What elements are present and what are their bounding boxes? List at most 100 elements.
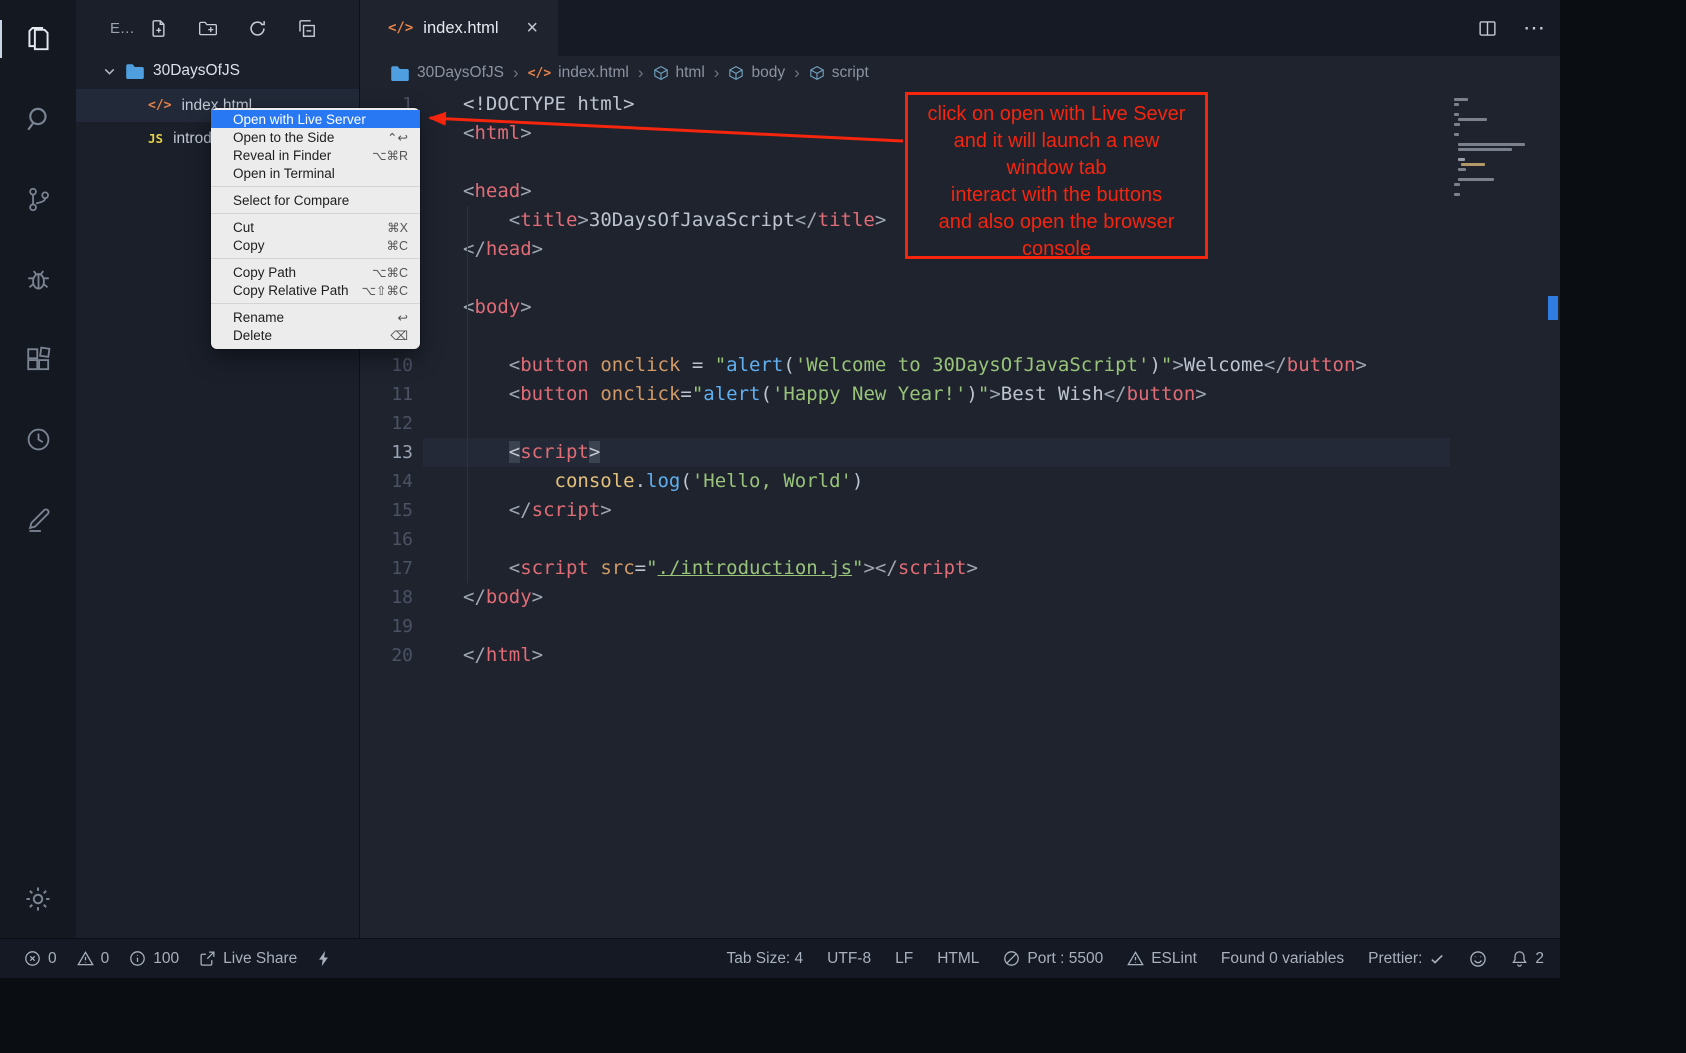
menu-item-copy[interactable]: Copy⌘C bbox=[211, 236, 420, 254]
menu-item-shortcut: ⌥⇧⌘C bbox=[362, 283, 408, 298]
status-100[interactable]: 100 bbox=[129, 950, 179, 968]
status-utf-8[interactable]: UTF-8 bbox=[827, 950, 871, 968]
error-icon bbox=[24, 950, 41, 967]
tab-index-html[interactable]: </> index.html × bbox=[360, 0, 558, 56]
status-label: ESLint bbox=[1151, 950, 1197, 968]
activity-extensions[interactable] bbox=[0, 340, 76, 378]
menu-item-select-for-compare[interactable]: Select for Compare bbox=[211, 191, 420, 209]
code-line-15[interactable]: 15 </script> bbox=[360, 496, 1560, 525]
status-eslint[interactable]: ESLint bbox=[1127, 950, 1197, 968]
code-line-11[interactable]: 11 <button onclick="alert('Happy New Yea… bbox=[360, 380, 1560, 409]
line-content bbox=[423, 322, 1450, 351]
scrollbar-decoration[interactable] bbox=[1548, 296, 1558, 320]
menu-item-rename[interactable]: Rename↩ bbox=[211, 308, 420, 326]
code-line-8[interactable]: 8<body> bbox=[360, 293, 1560, 322]
line-number: 20 bbox=[360, 641, 423, 670]
menu-item-copy-path[interactable]: Copy Path⌥⌘C bbox=[211, 263, 420, 281]
code-line-14[interactable]: 14 console.log('Hello, World') bbox=[360, 467, 1560, 496]
more-actions-icon[interactable]: ⋯ bbox=[1523, 15, 1546, 41]
status-tab-size-4[interactable]: Tab Size: 4 bbox=[726, 950, 803, 968]
status-label: HTML bbox=[937, 950, 979, 968]
breadcrumb-30daysofjs[interactable]: 30DaysOfJS bbox=[390, 64, 504, 82]
minimap-line bbox=[1458, 158, 1465, 161]
code-line-19[interactable]: 19 bbox=[360, 612, 1560, 641]
status-0[interactable]: 0 bbox=[77, 950, 110, 968]
toolbar-new-folder-button[interactable] bbox=[198, 19, 218, 38]
code-line-20[interactable]: 20</html> bbox=[360, 641, 1560, 670]
toolbar-collapse-all-button[interactable] bbox=[297, 19, 316, 38]
new-file-icon bbox=[149, 19, 168, 38]
status-2[interactable]: 2 bbox=[1511, 950, 1544, 968]
minimap[interactable] bbox=[1454, 98, 1542, 196]
activity-debug[interactable] bbox=[0, 260, 76, 298]
minimap-line bbox=[1458, 143, 1526, 146]
close-icon[interactable]: × bbox=[526, 18, 538, 38]
toolbar-refresh-button[interactable] bbox=[248, 19, 267, 38]
status-port-5500[interactable]: Port : 5500 bbox=[1003, 950, 1103, 968]
minimap-line bbox=[1454, 103, 1459, 106]
breadcrumb-body[interactable]: body bbox=[728, 64, 785, 82]
explorer-icon bbox=[24, 25, 53, 54]
status-flash[interactable] bbox=[317, 950, 330, 967]
line-content: <body> bbox=[423, 293, 1450, 322]
status-label: UTF-8 bbox=[827, 950, 871, 968]
folder-row-30daysofjs[interactable]: 30DaysOfJS bbox=[76, 56, 359, 86]
breadcrumb-index-html[interactable]: </>index.html bbox=[528, 64, 629, 82]
code-line-9[interactable]: 9 bbox=[360, 322, 1560, 351]
menu-item-copy-relative-path[interactable]: Copy Relative Path⌥⇧⌘C bbox=[211, 281, 420, 299]
breadcrumb: 30DaysOfJS›</>index.html›html›body›scrip… bbox=[360, 56, 1560, 90]
menu-item-open-in-terminal[interactable]: Open in Terminal bbox=[211, 164, 420, 182]
history-icon bbox=[24, 425, 53, 454]
line-number: 12 bbox=[360, 409, 423, 438]
minimap-line bbox=[1458, 118, 1488, 121]
status-label: Port : 5500 bbox=[1027, 950, 1103, 968]
status-smiley[interactable] bbox=[1469, 950, 1487, 968]
menu-item-open-with-live-server[interactable]: Open with Live Server bbox=[211, 110, 420, 128]
minimap-line bbox=[1454, 123, 1460, 126]
status-found-0-variables[interactable]: Found 0 variables bbox=[1221, 950, 1344, 968]
chevron-right-icon: › bbox=[794, 63, 800, 83]
menu-item-open-to-the-side[interactable]: Open to the Side⌃↩ bbox=[211, 128, 420, 146]
line-number: 17 bbox=[360, 554, 423, 583]
code-line-13[interactable]: 13 <script> bbox=[360, 438, 1560, 467]
activity-settings-gear[interactable] bbox=[0, 880, 76, 918]
code-line-16[interactable]: 16 bbox=[360, 525, 1560, 554]
status-label: 2 bbox=[1535, 950, 1544, 968]
activity-explorer[interactable] bbox=[0, 20, 76, 58]
toolbar-new-file-button[interactable] bbox=[149, 19, 168, 38]
activity-source-control[interactable] bbox=[0, 180, 76, 218]
edit-session-icon bbox=[24, 505, 53, 534]
code-line-7[interactable]: 7 bbox=[360, 264, 1560, 293]
line-content: </script> bbox=[423, 496, 1450, 525]
breadcrumb-label: index.html bbox=[558, 64, 629, 82]
status-0[interactable]: 0 bbox=[24, 950, 57, 968]
menu-item-cut[interactable]: Cut⌘X bbox=[211, 218, 420, 236]
menu-item-label: Open with Live Server bbox=[233, 112, 366, 127]
code-line-18[interactable]: 18</body> bbox=[360, 583, 1560, 612]
indent-guide bbox=[467, 206, 468, 583]
line-content bbox=[423, 612, 1450, 641]
warning-icon bbox=[1127, 950, 1144, 967]
menu-item-delete[interactable]: Delete⌫ bbox=[211, 326, 420, 344]
annotation-box: click on open with Live Severand it will… bbox=[905, 92, 1208, 259]
line-content bbox=[423, 264, 1450, 293]
status-lf[interactable]: LF bbox=[895, 950, 913, 968]
code-line-10[interactable]: 10 <button onclick = "alert('Welcome to … bbox=[360, 351, 1560, 380]
status-label: 100 bbox=[153, 950, 179, 968]
breadcrumb-script[interactable]: script bbox=[809, 64, 869, 82]
line-number: 15 bbox=[360, 496, 423, 525]
breadcrumb-html[interactable]: html bbox=[653, 64, 705, 82]
code-line-17[interactable]: 17 <script src="./introduction.js"></scr… bbox=[360, 554, 1560, 583]
folder-label: 30DaysOfJS bbox=[153, 62, 240, 80]
status-live-share[interactable]: Live Share bbox=[199, 950, 297, 968]
js-file-icon: JS bbox=[148, 131, 163, 146]
split-editor-icon[interactable] bbox=[1478, 19, 1497, 38]
code-line-12[interactable]: 12 bbox=[360, 409, 1560, 438]
status-prettier[interactable]: Prettier: bbox=[1368, 950, 1445, 968]
menu-item-label: Reveal in Finder bbox=[233, 148, 331, 163]
activity-edit-session[interactable] bbox=[0, 500, 76, 538]
menu-item-reveal-in-finder[interactable]: Reveal in Finder⌥⌘R bbox=[211, 146, 420, 164]
activity-history[interactable] bbox=[0, 420, 76, 458]
activity-search[interactable] bbox=[0, 100, 76, 138]
status-html[interactable]: HTML bbox=[937, 950, 979, 968]
